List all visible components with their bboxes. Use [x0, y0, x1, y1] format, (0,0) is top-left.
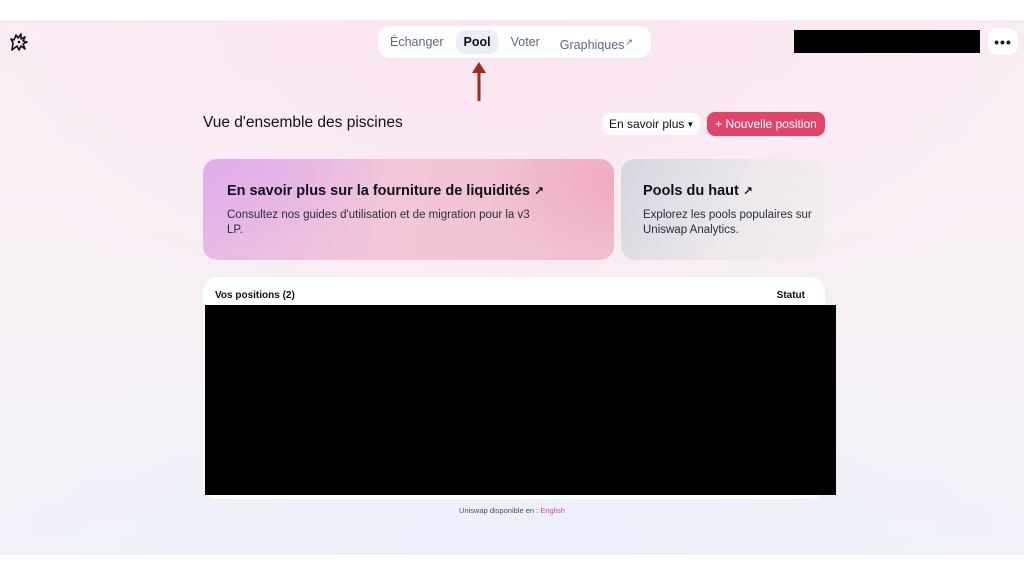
liquidity-card-description: Consultez nos guides d'utilisation et de…	[227, 209, 530, 236]
nav-charts-label: Graphiques	[559, 38, 625, 52]
learn-more-dropdown[interactable]: En savoir plus ▼	[603, 113, 700, 135]
new-position-button[interactable]: + Nouvelle position	[707, 112, 825, 136]
footer-language: Uniswap disponible en : English	[0, 506, 1024, 515]
wallet-address-redacted[interactable]	[794, 30, 980, 53]
chevron-down-icon: ▼	[686, 120, 695, 129]
liquidity-guide-card[interactable]: En savoir plus sur la fourniture de liqu…	[203, 159, 614, 260]
language-link[interactable]: English	[540, 506, 565, 515]
nav-pool-label: Pool	[463, 35, 491, 49]
nav-vote[interactable]: Voter	[503, 30, 548, 54]
positions-list-redacted[interactable]	[205, 305, 836, 495]
nav-swap-label: Échanger	[390, 35, 444, 49]
more-options-button[interactable]: •••	[988, 28, 1018, 55]
top-pools-card[interactable]: Pools du haut ↗ Explorez les pools popula…	[621, 159, 825, 260]
app-canvas: Échanger Pool Voter Graphiques↗ ••• Vue …	[0, 20, 1024, 555]
positions-count-label: Vos positions (2)	[215, 290, 295, 301]
liquidity-card-title: En savoir plus sur la fourniture de liqu…	[227, 183, 545, 199]
annotation-arrow-icon	[472, 62, 486, 101]
nav-pool[interactable]: Pool	[455, 30, 499, 54]
more-icon: •••	[994, 33, 1012, 50]
nav-swap[interactable]: Échanger	[382, 30, 452, 54]
top-pools-card-description: Explorez les pools populaires sur Uniswa…	[643, 209, 812, 236]
nav-vote-label: Voter	[510, 35, 540, 49]
top-nav: Échanger Pool Voter Graphiques↗	[378, 26, 651, 58]
page-title: Vue d'ensemble des piscines	[203, 114, 403, 131]
external-arrow-icon: ↗	[533, 184, 545, 198]
nav-charts[interactable]: Graphiques↗	[552, 30, 641, 54]
external-link-icon: ↗	[625, 37, 633, 47]
footer-text: Uniswap disponible en :	[459, 506, 541, 515]
learn-more-label: En savoir plus	[609, 117, 685, 131]
unicorn-logo-icon[interactable]	[8, 31, 30, 53]
external-arrow-icon: ↗	[742, 184, 753, 198]
positions-status-header: Statut	[776, 290, 805, 301]
top-pools-card-title: Pools du haut ↗	[643, 183, 753, 199]
